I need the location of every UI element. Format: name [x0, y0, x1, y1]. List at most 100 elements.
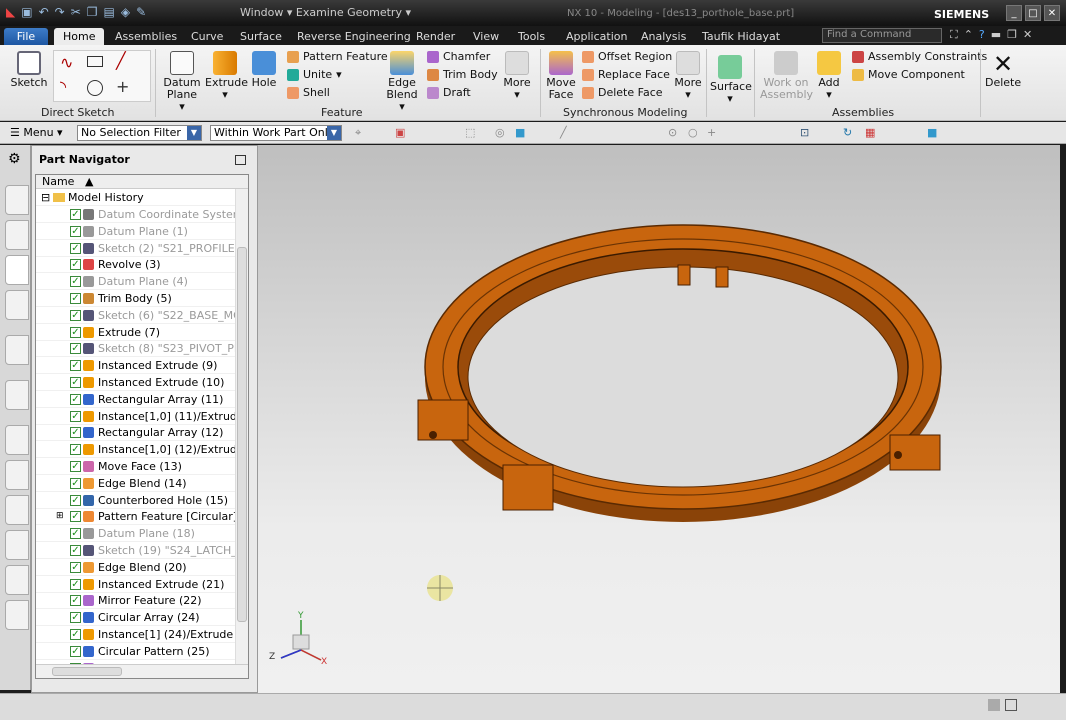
assembly-constraints-button[interactable]: Assembly Constraints	[852, 50, 987, 63]
touch-mode-icon[interactable]: ✎	[136, 5, 146, 19]
tree-item[interactable]: ✓ Datum Plane (4)	[36, 273, 236, 291]
assembly-navigator-tab[interactable]	[5, 185, 29, 215]
pattern-feature-button[interactable]: Pattern Feature	[287, 50, 388, 63]
checkbox[interactable]: ✓	[70, 477, 81, 489]
point-snap-icon[interactable]: ╱	[560, 127, 572, 139]
checkbox[interactable]: ✓	[70, 242, 81, 254]
checkbox[interactable]: ✓	[70, 393, 81, 405]
graphics-viewport[interactable]: Y Z X	[258, 145, 1060, 693]
undo-icon[interactable]: ↶	[39, 5, 49, 19]
tree-item[interactable]: ✓ Circular Pattern (25)	[36, 643, 236, 660]
cut-icon[interactable]: ✂	[71, 5, 81, 19]
menu-button[interactable]: ☰ Menu ▾	[10, 126, 63, 139]
checkbox[interactable]: ✓	[70, 629, 81, 640]
checkbox[interactable]: ✓	[70, 343, 81, 355]
move-component-button[interactable]: Move Component	[852, 68, 965, 81]
snap-icon[interactable]: ⌖	[355, 127, 367, 139]
tree-item[interactable]: ✓ Instanced Extrude (21)	[36, 576, 236, 593]
tab-file[interactable]: File	[4, 28, 48, 45]
tree-item[interactable]: ✓ Sketch (19) "S24_LATCH_MOUNT"	[36, 542, 236, 559]
tree-item[interactable]: ✓ Datum Coordinate System (0)	[36, 206, 236, 223]
tree-item[interactable]: ✓ Extrude (7)	[36, 324, 236, 341]
tree-item[interactable]: ⊞ ✓ Pattern Feature [Circular] (17)	[36, 508, 236, 526]
move-face-button[interactable]: Move Face	[545, 51, 577, 101]
hole-button[interactable]: Hole	[250, 51, 278, 89]
tab-assemblies[interactable]: Assemblies	[115, 28, 177, 45]
tree-item[interactable]: ✓ Sketch (8) "S23_PIVOT_PROFILE"	[36, 340, 236, 358]
direct-sketch-gallery[interactable]: ∿ ╱ ◝ +	[53, 50, 151, 102]
feature-select-icon[interactable]: ◎	[495, 127, 507, 139]
tab-curve[interactable]: Curve	[191, 28, 223, 45]
tree-vertical-scrollbar[interactable]	[235, 189, 248, 664]
view-orient-icon[interactable]: ▦	[865, 127, 877, 139]
tree-item[interactable]: ✓ Instance[1,0] (11)/Extrude (7)	[36, 408, 236, 425]
maximize-button[interactable]: □	[1025, 5, 1041, 21]
tree-item[interactable]: ✓ Rectangular Array (12)	[36, 424, 236, 442]
constraint-navigator-tab[interactable]	[5, 220, 29, 250]
arc-icon[interactable]: ◝	[60, 77, 66, 96]
web-browser-tab[interactable]	[5, 380, 29, 410]
delete-button[interactable]: ✕ Delete	[985, 51, 1021, 89]
doc-restore-button[interactable]: ❐	[1007, 28, 1017, 42]
tree-item[interactable]: ✓ Instance[1] (24)/Extrude (21)	[36, 626, 236, 643]
checkbox[interactable]: ✓	[70, 427, 81, 439]
close-button[interactable]: ✕	[1044, 5, 1060, 21]
save-icon[interactable]: ▣	[21, 5, 32, 19]
intersection-icon[interactable]: +	[707, 127, 719, 139]
delete-face-button[interactable]: Delete Face	[582, 86, 663, 99]
tree-item[interactable]: ✓ Trim Body (5)	[36, 290, 236, 307]
scrollbar-thumb[interactable]	[237, 247, 247, 622]
render-style-icon[interactable]: ■	[927, 127, 939, 139]
checkbox[interactable]: ✓	[70, 410, 81, 422]
checkbox[interactable]: ✓	[70, 225, 81, 237]
tab-user[interactable]: Taufik Hidayat	[702, 28, 780, 45]
tree-item[interactable]: ✓ Circular Array (24)	[36, 609, 236, 627]
window-menu[interactable]: Window ▾ Examine Geometry ▾	[240, 6, 411, 19]
checkbox[interactable]: ✓	[70, 645, 81, 657]
tree-item[interactable]: ✓ Mirror Feature (22)	[36, 592, 236, 610]
offset-region-button[interactable]: Offset Region	[582, 50, 672, 63]
roles-tab[interactable]	[5, 565, 29, 595]
select-icon[interactable]: ▣	[395, 127, 407, 139]
tree-horizontal-scrollbar[interactable]	[36, 664, 248, 678]
rectangle-select-icon[interactable]: ⬚	[465, 127, 477, 139]
name-column-header[interactable]: Name ▲	[36, 175, 248, 189]
fit-view-icon[interactable]: ⊡	[800, 127, 812, 139]
tab-reverse-engineering[interactable]: Reverse Engineering	[297, 28, 411, 45]
checkbox[interactable]: ✓	[70, 461, 81, 472]
tab-home[interactable]: Home	[54, 28, 105, 45]
checkbox[interactable]: ✓	[70, 377, 81, 388]
minimize-button[interactable]: _	[1006, 5, 1022, 21]
shell-button[interactable]: Shell	[287, 86, 330, 99]
expand-icon[interactable]: ⊞	[56, 508, 64, 524]
extrude-button[interactable]: Extrude ▾	[205, 51, 248, 101]
checkbox[interactable]: ✓	[70, 444, 81, 456]
checkbox[interactable]: ✓	[70, 360, 81, 372]
scrollbar-thumb[interactable]	[52, 667, 122, 676]
part-navigator-tab[interactable]	[5, 255, 29, 285]
tab-surface[interactable]: Surface	[240, 28, 282, 45]
reuse-library-tab[interactable]	[5, 290, 29, 320]
checkbox[interactable]: ✓	[70, 209, 81, 220]
center-snap-icon[interactable]: ⊙	[668, 127, 680, 139]
checkbox[interactable]: ✓	[70, 561, 81, 573]
checkbox[interactable]: ✓	[70, 276, 81, 288]
checkbox[interactable]: ✓	[70, 259, 81, 271]
copy-icon[interactable]: ❐	[87, 5, 98, 19]
tree-item[interactable]: ✓ Counterbored Hole (15)	[36, 492, 236, 509]
checkbox[interactable]: ✓	[70, 309, 81, 321]
tab-view[interactable]: View	[473, 28, 499, 45]
checkbox[interactable]: ✓	[70, 326, 81, 338]
tree-item[interactable]: ✓ Rectangular Array (11)	[36, 391, 236, 408]
checkbox[interactable]: ✓	[70, 578, 81, 590]
window-layout-icon[interactable]	[1005, 699, 1017, 711]
history-tab[interactable]	[5, 425, 29, 455]
work-on-assembly-button[interactable]: Work on Assembly	[760, 51, 813, 101]
checkbox[interactable]: ✓	[70, 595, 81, 607]
tree-item[interactable]: ✓ Datum Plane (18)	[36, 525, 236, 543]
circle-icon[interactable]	[87, 80, 103, 96]
tab-render[interactable]: Render	[416, 28, 455, 45]
help-icon[interactable]: ?	[979, 28, 985, 42]
system-scenes-tab[interactable]	[5, 600, 29, 630]
sync-more-button[interactable]: More ▾	[672, 51, 704, 101]
